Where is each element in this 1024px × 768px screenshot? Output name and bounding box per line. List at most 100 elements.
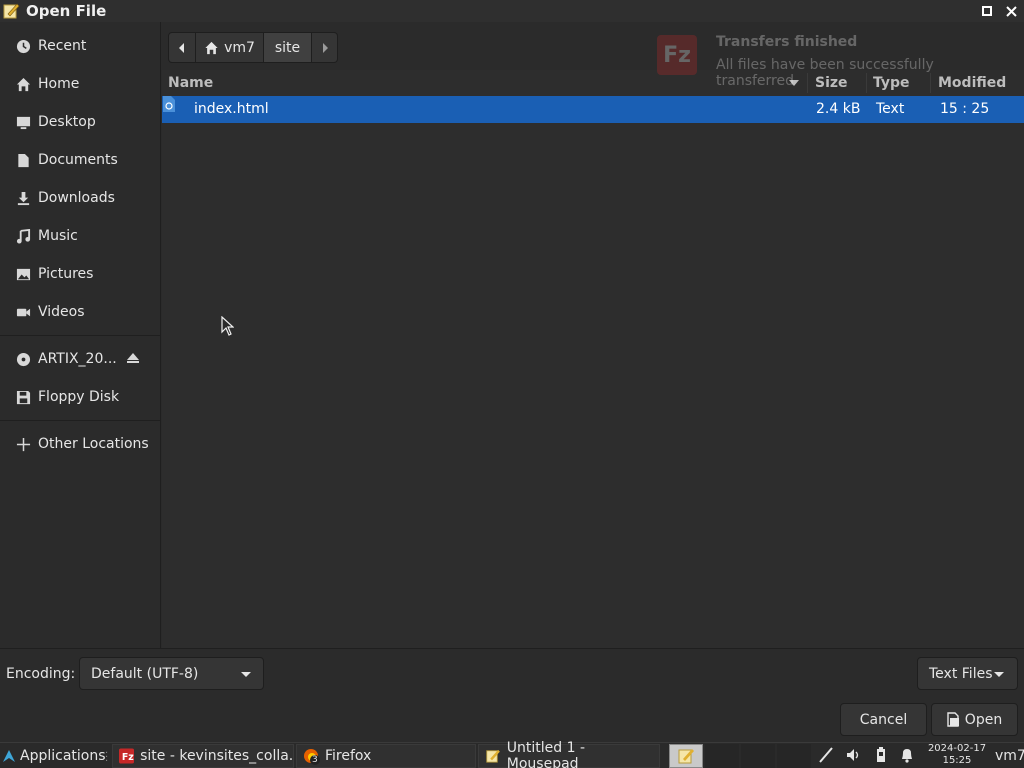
clock[interactable]: 2024-02-17 15:25 xyxy=(926,743,988,767)
document-icon xyxy=(15,152,31,168)
file-filter-select[interactable]: Text Files xyxy=(917,657,1018,690)
sidebar-item-pictures[interactable]: Pictures xyxy=(0,259,160,289)
window-title: Open File xyxy=(26,2,107,20)
user-menu[interactable]: vm7 xyxy=(995,744,1024,768)
column-name[interactable]: Name xyxy=(168,75,213,91)
cancel-label: Cancel xyxy=(859,711,908,728)
file-filter-value: Text Files xyxy=(929,665,993,682)
sidebar-item-label: Videos xyxy=(38,304,85,320)
taskbar-task-label: site - kevinsites_colla... xyxy=(140,748,293,764)
applications-menu[interactable]: Applications xyxy=(2,744,106,768)
sidebar-item-label: Desktop xyxy=(38,114,96,130)
path-crumb-site[interactable]: site xyxy=(264,32,312,63)
sidebar-item-desktop[interactable]: Desktop xyxy=(0,107,160,137)
sidebar-item-recent[interactable]: Recent xyxy=(0,31,160,61)
sidebar-item-label: Other Locations xyxy=(38,436,149,452)
notification-body: All files have been successfully transfe… xyxy=(716,57,934,89)
encoding-select[interactable]: Default (UTF-8) xyxy=(79,657,264,690)
file-list[interactable]: Name Size Type Modified index.html 2.4 k… xyxy=(162,70,1024,648)
taskbar-task-label: Untitled 1 - Mousepad xyxy=(506,740,586,768)
file-row[interactable]: index.html 2.4 kB Text 15 : 25 xyxy=(162,96,1024,123)
filezilla-icon: Fz xyxy=(119,748,135,764)
sidebar-item-downloads[interactable]: Downloads xyxy=(0,183,160,213)
filezilla-icon: Fz xyxy=(657,35,697,75)
sidebar-item-music[interactable]: Music xyxy=(0,221,160,251)
taskbar-task-filezilla[interactable]: Fz site - kevinsites_colla... xyxy=(112,744,294,768)
sidebar-item-artix-disc[interactable]: ARTIX_20... xyxy=(0,344,160,374)
taskbar-task-firefox[interactable]: 3 Firefox xyxy=(296,744,476,768)
sidebar-item-videos[interactable]: Videos xyxy=(0,297,160,327)
file-size: 2.4 kB xyxy=(816,101,861,117)
video-icon xyxy=(15,304,31,320)
music-icon xyxy=(15,228,31,244)
sidebar-item-label: Floppy Disk xyxy=(38,389,120,405)
sidebar-item-label: Home xyxy=(38,76,80,92)
plus-icon xyxy=(15,436,31,452)
disc-icon xyxy=(15,351,31,367)
user-label: vm7 xyxy=(995,748,1024,764)
workspace-2[interactable] xyxy=(705,744,739,768)
eject-icon[interactable] xyxy=(126,351,140,365)
sidebar-separator xyxy=(0,335,160,336)
firefox-count-badge: 3 xyxy=(310,755,320,765)
sidebar-item-label: Recent xyxy=(38,38,87,54)
file-type: Text xyxy=(876,101,905,117)
path-forward-button[interactable] xyxy=(312,32,338,63)
picture-icon xyxy=(15,266,31,282)
desktop-icon xyxy=(15,114,31,130)
close-button[interactable] xyxy=(1002,2,1020,20)
file-modified: 15 : 25 xyxy=(940,101,990,117)
notification-popup: Fz Transfers finished All files have bee… xyxy=(655,33,1015,89)
battery-icon[interactable] xyxy=(873,746,889,764)
sidebar-item-label: Documents xyxy=(38,152,118,168)
maximize-icon xyxy=(982,6,992,16)
open-button[interactable]: Open xyxy=(931,703,1018,736)
taskbar-separator: ... xyxy=(105,745,109,764)
encoding-label: Encoding: xyxy=(6,666,76,682)
clock-icon xyxy=(15,38,31,54)
svg-text:Fz: Fz xyxy=(122,752,134,763)
chevron-left-icon xyxy=(179,42,184,53)
volume-icon[interactable] xyxy=(846,746,862,764)
chevron-down-icon xyxy=(241,672,251,677)
sidebar-item-other-locations[interactable]: Other Locations xyxy=(0,429,160,459)
workspace-3[interactable] xyxy=(741,744,775,768)
sidebar-item-floppy[interactable]: Floppy Disk xyxy=(0,382,160,412)
file-name: index.html xyxy=(194,101,269,117)
mousepad-app-icon xyxy=(3,3,20,19)
chevron-right-icon xyxy=(322,42,328,53)
html-file-icon xyxy=(163,96,175,112)
workspace-1[interactable] xyxy=(669,744,703,768)
dialog-footer: Encoding: Default (UTF-8) Text Files Can… xyxy=(0,648,1024,742)
sidebar-item-label: Pictures xyxy=(38,266,94,282)
sidebar-item-label: Downloads xyxy=(38,190,115,206)
path-crumb-home[interactable]: vm7 xyxy=(196,32,264,63)
workspace-4[interactable] xyxy=(777,744,811,768)
open-label: Open xyxy=(964,711,1003,728)
floppy-icon xyxy=(15,389,31,405)
home-icon xyxy=(15,76,31,92)
sidebar-item-label: Music xyxy=(38,228,78,244)
notification-title: Transfers finished xyxy=(716,34,858,50)
taskbar-task-label: Firefox xyxy=(325,748,372,764)
mousepad-icon xyxy=(678,749,694,764)
path-back-button[interactable] xyxy=(168,32,196,63)
network-icon[interactable] xyxy=(818,746,834,764)
cancel-button[interactable]: Cancel xyxy=(840,703,927,736)
artix-logo-icon xyxy=(3,750,15,762)
sidebar-item-documents[interactable]: Documents xyxy=(0,145,160,175)
home-icon xyxy=(205,41,218,54)
clock-time: 15:25 xyxy=(942,755,972,766)
path-bar: vm7 site xyxy=(168,32,338,63)
applications-label: Applications xyxy=(20,748,106,764)
download-icon xyxy=(15,190,31,206)
open-document-icon xyxy=(947,712,959,727)
places-sidebar: Recent Home Desktop Documents Downloads … xyxy=(0,22,161,648)
sidebar-item-home[interactable]: Home xyxy=(0,69,160,99)
mousepad-icon xyxy=(486,749,500,763)
taskbar-task-mousepad[interactable]: Untitled 1 - Mousepad xyxy=(478,740,660,768)
title-bar: Open File xyxy=(0,0,1024,22)
path-crumb-label: site xyxy=(274,39,301,56)
maximize-button[interactable] xyxy=(978,2,996,20)
notification-bell-icon[interactable] xyxy=(899,746,915,764)
